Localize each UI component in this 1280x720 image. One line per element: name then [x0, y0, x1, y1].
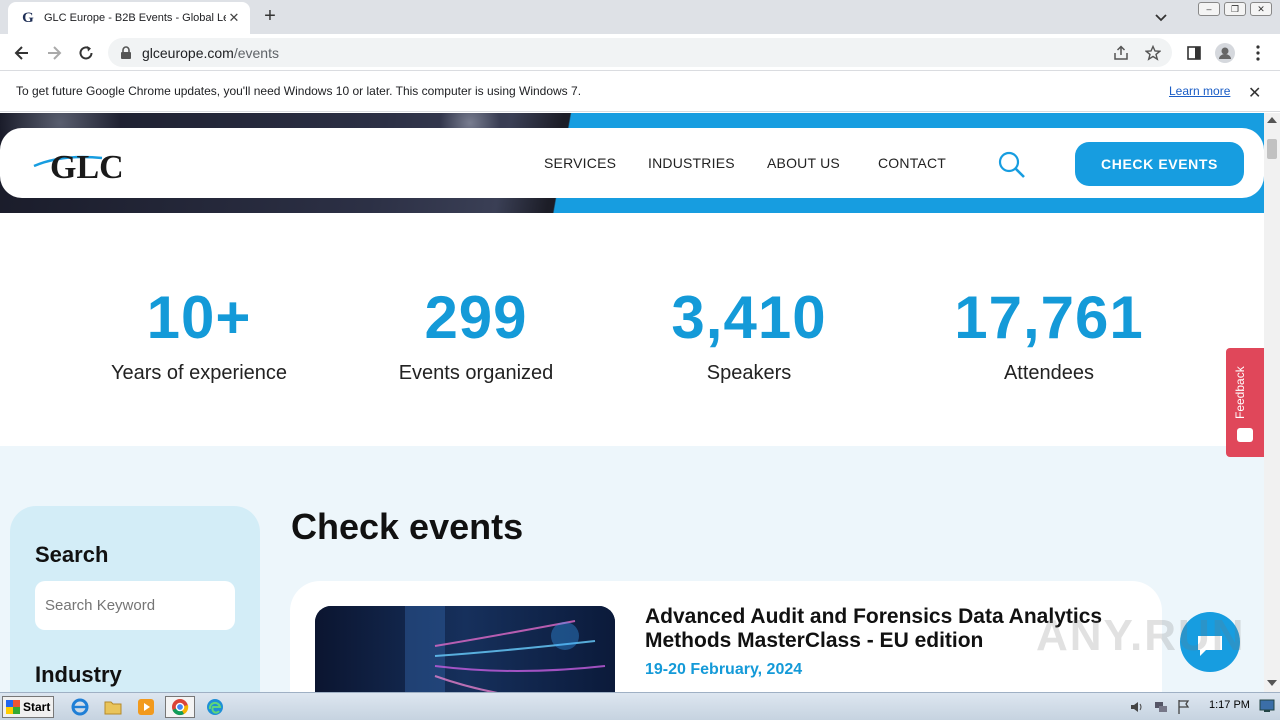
scrollbar-thumb[interactable] — [1267, 139, 1277, 159]
page-scrollbar[interactable] — [1264, 113, 1280, 692]
scroll-down-arrow-icon[interactable] — [1267, 680, 1277, 686]
nav-industries[interactable]: INDUSTRIES — [648, 155, 735, 171]
glc-favicon-icon: G — [22, 9, 34, 26]
stat-value-speakers: 3,410 — [671, 284, 827, 351]
learn-more-link[interactable]: Learn more — [1169, 84, 1230, 98]
event-image[interactable] — [315, 606, 615, 692]
search-heading: Search — [35, 542, 109, 567]
infobar-close-icon[interactable]: ✕ — [1248, 83, 1261, 103]
tab-search-icon[interactable] — [1152, 8, 1170, 26]
media-player-icon[interactable] — [131, 696, 161, 718]
close-window-button[interactable]: ✕ — [1250, 2, 1272, 16]
profile-avatar-icon[interactable] — [1214, 42, 1236, 64]
event-date: 19-20 February, 2024 — [645, 661, 803, 678]
file-explorer-icon[interactable] — [98, 696, 128, 718]
glc-logo[interactable]: GLC — [32, 142, 152, 186]
lock-icon[interactable] — [120, 46, 132, 60]
window-controls: – ❐ ✕ — [1198, 2, 1272, 16]
url-text[interactable]: glceurope.com/events — [142, 45, 279, 61]
infobar-message: To get future Google Chrome updates, you… — [16, 84, 582, 98]
stat-value-attendees: 17,761 — [954, 284, 1144, 351]
volume-icon[interactable] — [1129, 699, 1145, 715]
site-header: GLC SERVICES INDUSTRIES ABOUT US CONTACT… — [0, 128, 1264, 198]
browser-tab-strip: G GLC Europe - B2B Events - Global Le ✕ … — [0, 0, 1280, 34]
action-center-flag-icon[interactable] — [1177, 699, 1191, 715]
back-button[interactable] — [11, 42, 33, 64]
browser-menu-icon[interactable] — [1247, 42, 1269, 64]
feedback-label[interactable]: Feedback — [1233, 363, 1247, 419]
browser-toolbar: glceurope.com/events — [0, 34, 1280, 71]
show-desktop-icon[interactable] — [1259, 699, 1275, 713]
tab-close-icon[interactable]: ✕ — [226, 10, 242, 26]
windows-taskbar: Start 1:17 PM — [0, 692, 1280, 720]
edge-icon[interactable] — [200, 696, 230, 718]
windows-logo-icon — [6, 700, 20, 714]
stat-value-events: 299 — [424, 284, 528, 351]
browser-tab[interactable]: G GLC Europe - B2B Events - Global Le ✕ — [8, 2, 250, 34]
nav-contact[interactable]: CONTACT — [878, 155, 946, 171]
share-icon[interactable] — [1112, 44, 1130, 62]
start-label: Start — [23, 700, 51, 714]
minimize-button[interactable]: – — [1198, 2, 1220, 16]
stat-value-years: 10+ — [146, 284, 252, 351]
nav-about-us[interactable]: ABOUT US — [767, 155, 840, 171]
system-tray — [1123, 696, 1278, 718]
forward-button[interactable] — [43, 42, 65, 64]
address-bar[interactable]: glceurope.com/events — [108, 38, 1172, 67]
bookmark-star-icon[interactable] — [1144, 44, 1162, 62]
chrome-taskbar-icon[interactable] — [165, 696, 195, 718]
new-tab-button[interactable]: + — [260, 6, 280, 26]
page-viewport: GLC SERVICES INDUSTRIES ABOUT US CONTACT… — [0, 113, 1264, 692]
search-icon[interactable] — [997, 150, 1027, 180]
nav-services[interactable]: SERVICES — [544, 155, 616, 171]
side-panel-icon[interactable] — [1183, 42, 1205, 64]
logo-text: GLC — [50, 149, 124, 186]
tab-title: GLC Europe - B2B Events - Global Le — [44, 12, 226, 24]
start-button[interactable]: Start — [2, 696, 54, 718]
internet-explorer-icon[interactable] — [65, 696, 95, 718]
stat-label-years: Years of experience — [110, 362, 288, 384]
back-arrow-icon — [14, 46, 28, 60]
network-icon[interactable] — [1153, 699, 1169, 715]
search-keyword-input[interactable] — [35, 581, 235, 630]
url-path: /events — [233, 45, 279, 61]
filter-sidebar: Search Industry — [10, 506, 260, 692]
stat-label-events: Events organized — [398, 362, 554, 384]
taskbar-clock[interactable]: 1:17 PM — [1209, 699, 1250, 711]
stat-label-speakers: Speakers — [706, 362, 792, 384]
feedback-face-icon — [1237, 428, 1253, 442]
scroll-up-arrow-icon[interactable] — [1267, 117, 1277, 123]
check-events-heading: Check events — [291, 506, 524, 547]
check-events-button[interactable]: CHECK EVENTS — [1075, 142, 1244, 186]
reload-button[interactable] — [75, 42, 97, 64]
event-card[interactable]: Advanced Audit and Forensics Data Analyt… — [290, 581, 1162, 692]
forward-arrow-icon — [48, 46, 62, 60]
reload-icon — [79, 46, 93, 60]
anyrun-watermark: ANY.RUN — [1036, 611, 1246, 660]
stat-label-attendees: Attendees — [1003, 362, 1095, 384]
industry-heading: Industry — [35, 662, 122, 687]
restore-button[interactable]: ❐ — [1224, 2, 1246, 16]
url-domain: glceurope.com — [142, 45, 234, 61]
update-infobar: To get future Google Chrome updates, you… — [0, 72, 1280, 112]
